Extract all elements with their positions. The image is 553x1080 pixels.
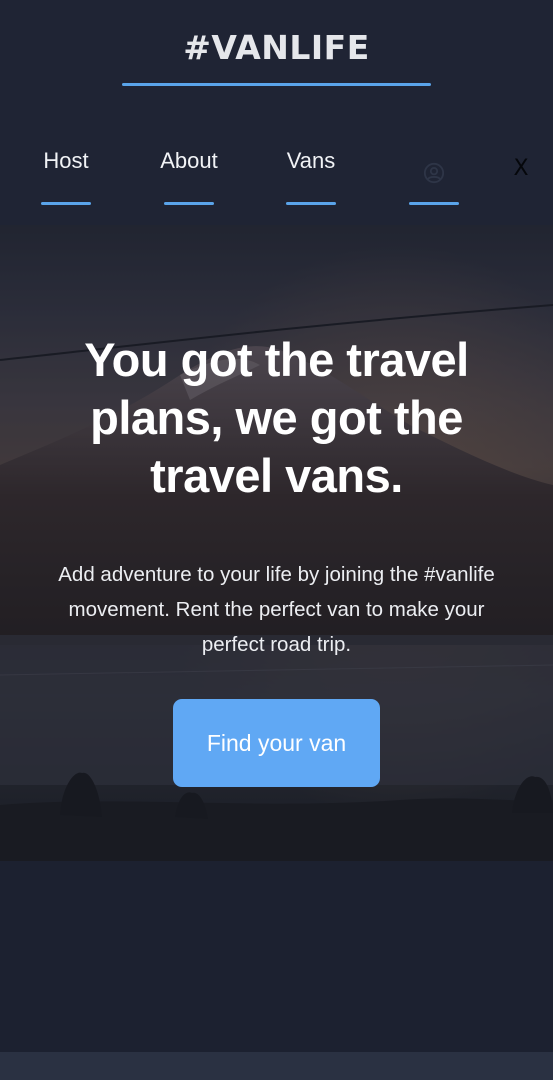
nav-item-profile[interactable]	[384, 148, 484, 208]
nav-item-label: Vans	[286, 148, 336, 173]
find-your-van-button[interactable]: Find your van	[173, 699, 380, 787]
site-header: #VANLIFE Host About Vans X	[0, 0, 553, 225]
close-menu-button[interactable]: X	[508, 156, 534, 182]
nav-underline	[41, 202, 91, 205]
nav-item-host[interactable]: Host	[16, 148, 116, 208]
page: #VANLIFE Host About Vans X You got the t…	[0, 0, 553, 1080]
nav-underline	[286, 202, 336, 205]
nav-item-about[interactable]: About	[139, 148, 239, 208]
footer	[0, 1052, 553, 1080]
user-circle-icon	[423, 162, 445, 184]
hero-title: You got the travel plans, we got the tra…	[84, 333, 469, 502]
site-logo[interactable]: #VANLIFE	[0, 28, 553, 67]
nav-item-label: Host	[43, 148, 89, 173]
nav-item-vans[interactable]: Vans	[261, 148, 361, 208]
nav-underline	[409, 202, 459, 205]
nav-item-label: About	[160, 148, 218, 173]
logo-underline	[122, 83, 431, 86]
hero-section: You got the travel plans, we got the tra…	[0, 225, 553, 861]
nav-underline	[164, 202, 214, 205]
hero-description: Add adventure to your life by joining th…	[58, 563, 495, 656]
